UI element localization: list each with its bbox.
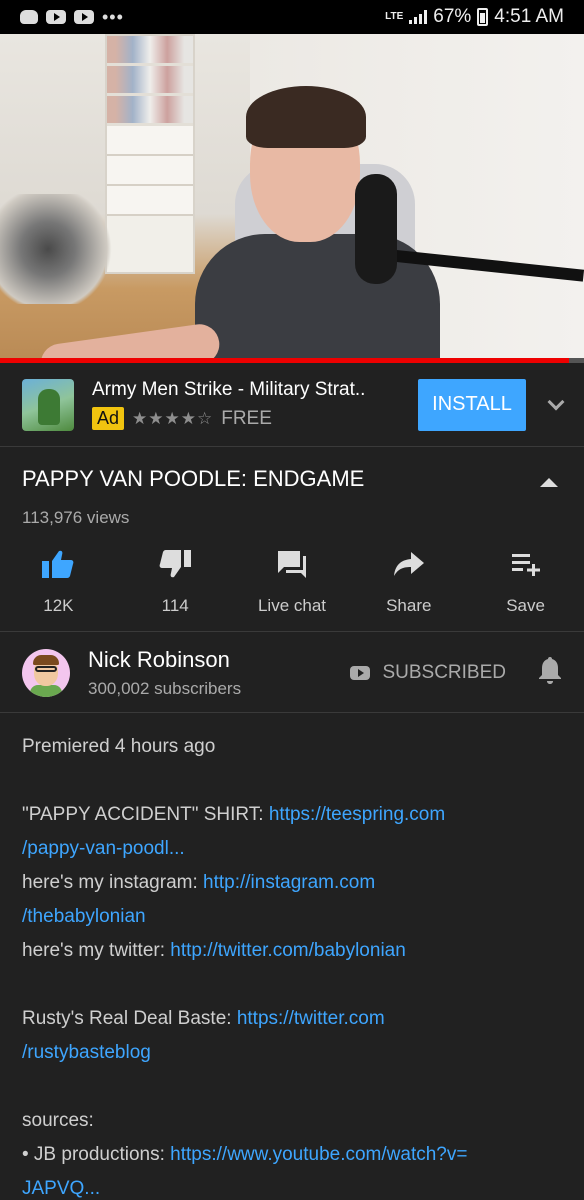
youtube-notification-icon-2 (74, 10, 94, 24)
jb-label: • JB productions: (22, 1144, 171, 1165)
ad-app-icon[interactable] (22, 378, 74, 431)
video-frame-person-hair (246, 86, 366, 148)
dislike-button[interactable]: 114 (117, 548, 234, 631)
clock: 4:51 AM (494, 6, 564, 27)
save-button[interactable]: Save (467, 548, 584, 631)
premiered-text: Premiered 4 hours ago (22, 736, 216, 757)
rusty-link-continued[interactable]: /rustybasteblog (22, 1042, 151, 1063)
view-count: 113,976 views (22, 508, 130, 527)
subscriber-count: 300,002 subscribers (88, 678, 242, 698)
jb-link-continued[interactable]: JAPVQ... (22, 1178, 100, 1199)
instagram-link[interactable]: http://instagram.com (203, 872, 375, 893)
shirt-link-continued[interactable]: /pappy-van-poodl... (22, 838, 185, 859)
save-label: Save (506, 596, 545, 615)
status-bar: ••• LTE 67% 4:51 AM (0, 0, 584, 34)
twitter-label: here's my twitter: (22, 940, 171, 961)
twitter-link[interactable]: http://twitter.com/babylonian (170, 940, 406, 961)
ad-badge: Ad (92, 407, 125, 430)
action-bar: 12K 114 Live chat Share Save (0, 548, 584, 632)
chat-icon (277, 551, 306, 578)
instagram-label: here's my instagram: (22, 872, 204, 893)
live-chat-button[interactable]: Live chat (234, 548, 351, 631)
network-type: LTE (385, 11, 404, 22)
video-frame-clutter (0, 194, 120, 304)
collapse-description-icon[interactable] (540, 478, 558, 487)
share-button[interactable]: Share (350, 548, 467, 631)
youtube-notification-icon (46, 10, 66, 24)
shirt-line: "PAPPY ACCIDENT" SHIRT: https://teesprin… (22, 798, 567, 832)
sources-heading: sources: (22, 1110, 94, 1131)
ad-title[interactable]: Army Men Strike - Military Strat.. (92, 379, 418, 401)
ad-price: FREE (221, 407, 272, 429)
shirt-label: "PAPPY ACCIDENT" SHIRT: (22, 804, 269, 825)
video-title-section: PAPPY VAN POODLE: ENDGAME 113,976 views (22, 466, 562, 528)
shirt-link[interactable]: https://teespring.com (269, 804, 445, 825)
video-frame-microphone (355, 174, 397, 284)
channel-name[interactable]: Nick Robinson (88, 647, 350, 673)
subscribed-label: SUBSCRIBED (382, 661, 506, 683)
discord-icon (20, 10, 38, 24)
thumbs-down-icon (159, 550, 192, 578)
add-to-playlist-icon (511, 554, 540, 576)
chevron-down-icon (547, 393, 565, 410)
bell-icon (539, 657, 561, 684)
live-chat-label: Live chat (257, 596, 327, 615)
youtube-icon (350, 665, 371, 680)
ad-rating-stars: ★★★★☆ (132, 408, 214, 428)
battery-icon (477, 8, 489, 26)
battery-percent: 67% (433, 6, 472, 27)
thumbs-up-icon (42, 550, 74, 578)
install-button[interactable]: INSTALL (418, 378, 526, 431)
ad-expand-button[interactable] (526, 393, 565, 410)
notification-bell-button[interactable] (538, 656, 562, 689)
channel-row: Nick Robinson 300,002 subscribers SUBSCR… (0, 633, 584, 713)
like-button[interactable]: 12K (0, 548, 117, 631)
video-description: Premiered 4 hours ago "PAPPY ACCIDENT" S… (22, 730, 567, 1200)
channel-avatar[interactable] (22, 648, 70, 697)
more-notifications-icon: ••• (102, 6, 124, 27)
subscribed-button[interactable]: SUBSCRIBED (350, 662, 506, 684)
share-label: Share (386, 596, 432, 615)
promoted-ad[interactable]: Army Men Strike - Military Strat.. Ad ★★… (0, 363, 584, 447)
share-icon (393, 552, 424, 576)
rusty-link[interactable]: https://twitter.com (237, 1008, 385, 1029)
video-title[interactable]: PAPPY VAN POODLE: ENDGAME (22, 466, 562, 492)
like-count: 12K (43, 596, 74, 615)
video-frame-arm (38, 321, 222, 361)
video-player[interactable] (0, 34, 584, 361)
instagram-link-continued[interactable]: /thebabylonian (22, 906, 146, 927)
dislike-count: 114 (161, 596, 189, 615)
rusty-label: Rusty's Real Deal Baste: (22, 1008, 237, 1029)
jb-link[interactable]: https://www.youtube.com/watch?v= (170, 1144, 467, 1165)
signal-icon (409, 10, 428, 24)
